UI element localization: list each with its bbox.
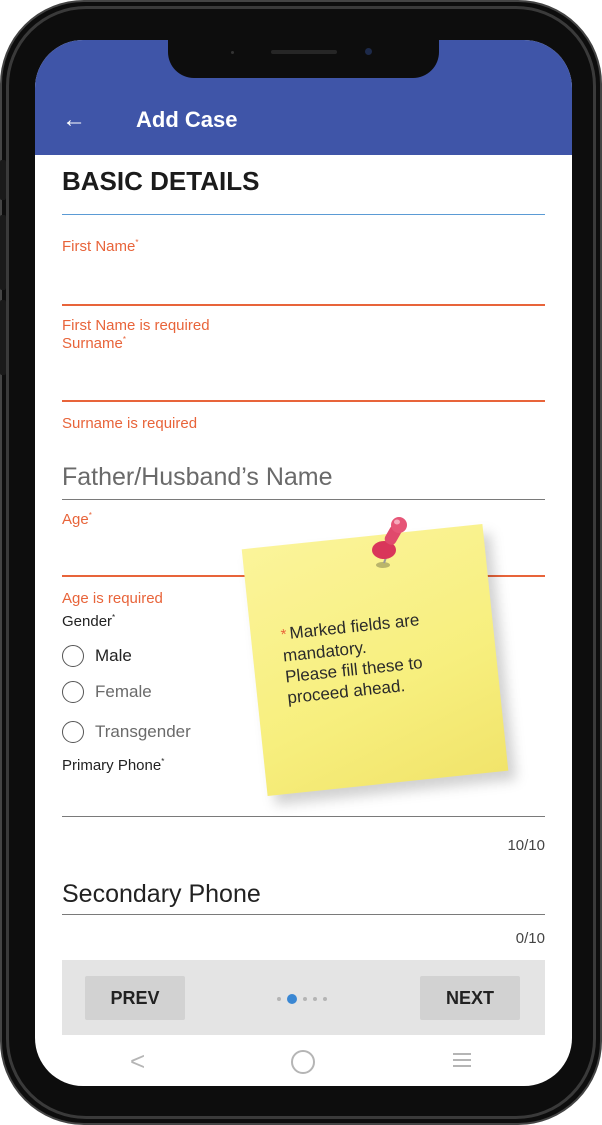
page-dot (303, 997, 307, 1001)
radio-unchecked-icon (62, 721, 84, 743)
page-title: Add Case (136, 107, 238, 132)
gender-option-male[interactable]: Male (62, 643, 132, 669)
menu-lines-icon[interactable] (453, 1053, 471, 1071)
step-navigation-bar: PREV NEXT (62, 960, 545, 1035)
next-button[interactable]: NEXT (420, 976, 520, 1020)
surname-label: Surname* (62, 335, 126, 352)
page-dot (313, 997, 317, 1001)
page-dot-active (287, 994, 297, 1004)
page-indicator (277, 994, 333, 1004)
sticky-note-text: *Marked fields are mandatory. Please fil… (280, 610, 424, 708)
first-name-label: First Name* (62, 238, 139, 255)
section-title: BASIC DETAILS (62, 166, 260, 196)
secondary-phone-underline (62, 914, 545, 915)
radio-unchecked-icon (62, 681, 84, 703)
primary-phone-field[interactable] (62, 816, 545, 817)
primary-phone-counter: 10/10 (507, 837, 545, 854)
push-pin-icon (372, 517, 407, 568)
first-name-field[interactable] (62, 304, 545, 306)
secondary-phone-input[interactable]: Secondary Phone (62, 880, 261, 909)
page-dot (277, 997, 281, 1001)
volume-down-button (0, 300, 6, 375)
age-error: Age is required (62, 590, 163, 607)
first-name-error: First Name is required (62, 317, 210, 334)
surname-error: Surname is required (62, 415, 198, 432)
front-camera (365, 48, 372, 55)
father-husband-name-input[interactable]: Father/Husband’s Name (62, 463, 333, 492)
home-circle-icon[interactable] (291, 1050, 315, 1074)
primary-phone-label: Primary Phone* (62, 757, 165, 774)
gender-option-female[interactable]: Female (62, 679, 152, 705)
earpiece-speaker (271, 50, 337, 54)
prev-button[interactable]: PREV (85, 976, 185, 1020)
gender-label: Gender* (62, 613, 116, 630)
age-label: Age* (62, 511, 92, 528)
arrow-left-icon[interactable]: ← (62, 106, 86, 134)
secondary-phone-counter: 0/10 (515, 930, 545, 947)
back-chevron-icon[interactable]: < (130, 1046, 145, 1076)
section-divider (62, 214, 545, 215)
radio-unchecked-icon (62, 645, 84, 667)
mute-switch (0, 160, 6, 200)
system-navigation-bar: < (35, 1042, 572, 1086)
page-dot (323, 997, 327, 1001)
surname-field[interactable] (62, 400, 545, 402)
camera-notch (168, 40, 439, 78)
sensor-dot (231, 51, 234, 54)
gender-option-transgender[interactable]: Transgender (62, 719, 191, 745)
father-husband-underline (62, 499, 545, 500)
volume-up-button (0, 215, 6, 290)
